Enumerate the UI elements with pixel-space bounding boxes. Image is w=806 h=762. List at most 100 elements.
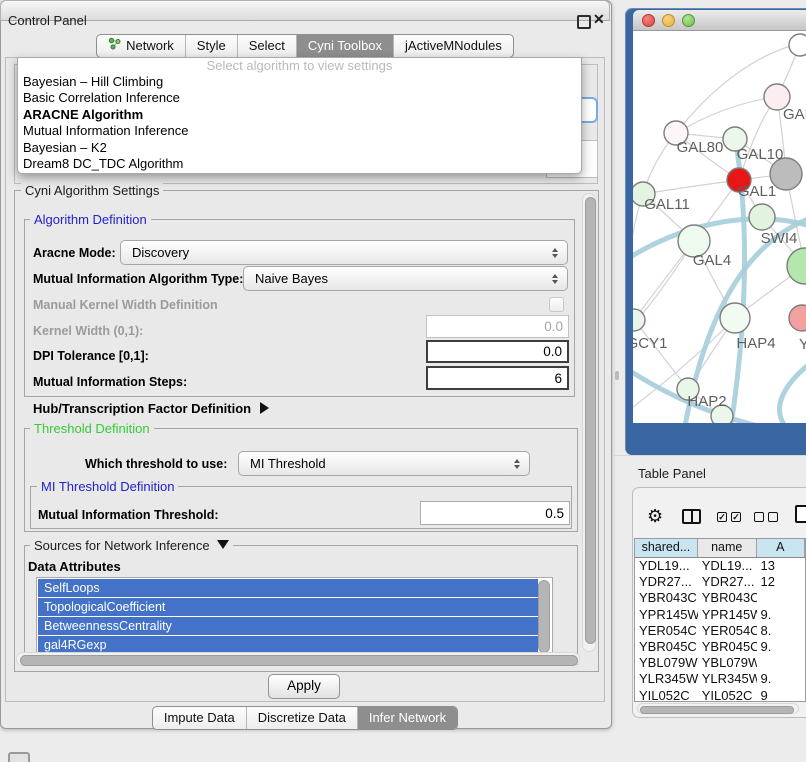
table-row[interactable]: YER054CYER054C8. <box>635 623 805 639</box>
table-cell: YBL079W <box>698 655 757 671</box>
desktop: Control Panel ✕ NetworkStyleSelectCyni T… <box>0 0 806 762</box>
select-all-icon[interactable]: ✓✓ <box>717 512 741 522</box>
mi-steps-field[interactable] <box>426 366 569 390</box>
algorithm-option-basic-correlation-inference[interactable]: Basic Correlation Inference <box>18 90 581 106</box>
algorithm-option-dream8-dc-tdc-algorithm[interactable]: Dream8 DC_TDC Algorithm <box>18 156 581 172</box>
float-window-icon[interactable] <box>577 15 591 29</box>
table-cell <box>757 590 805 606</box>
expand-right-icon <box>260 402 269 414</box>
zoom-traffic-light-icon[interactable] <box>682 14 695 27</box>
group-title: Cyni Algorithm Settings <box>21 183 163 198</box>
combo-spinner-icon <box>514 459 520 469</box>
table-horizontal-scrollbar[interactable] <box>637 703 799 714</box>
attribute-item-topologicalcoefficient[interactable]: TopologicalCoefficient <box>38 598 538 616</box>
column-header-name[interactable]: name <box>698 539 757 557</box>
tab-network[interactable]: Network <box>97 35 185 57</box>
network-edge-highlighted[interactable] <box>780 361 806 423</box>
table-cell: 9. <box>757 671 805 687</box>
splitter-handle[interactable] <box>615 371 619 380</box>
tab-style[interactable]: Style <box>185 35 237 57</box>
algorithm-option-bayesian-hill-climbing[interactable]: Bayesian – Hill Climbing <box>18 74 581 90</box>
control-panel-titlebar[interactable] <box>0 0 610 21</box>
attribute-item-betweennesscentrality[interactable]: BetweennessCentrality <box>38 617 538 635</box>
mi-threshold-field[interactable] <box>420 501 570 525</box>
dpi-tolerance-field[interactable] <box>426 340 569 363</box>
algorithm-option-mutual-information-inference[interactable]: Mutual Information Inference <box>18 123 581 139</box>
network-node-label-hap4: HAP4 <box>736 335 775 352</box>
table-row[interactable]: YPR145WYPR145W9. <box>635 607 805 623</box>
table-cell: YLR345W <box>698 671 757 687</box>
sources-expander[interactable]: Sources for Network Inference <box>30 538 233 553</box>
tab-jactivemnodules[interactable]: jActiveMNodules <box>393 35 513 57</box>
table-row[interactable]: YBL079WYBL079W <box>635 655 805 671</box>
table-cell: YPR145W <box>635 607 698 623</box>
column-header-a[interactable]: A <box>757 539 805 557</box>
docked-panel-icon[interactable] <box>8 752 30 762</box>
network-node[interactable] <box>787 248 806 284</box>
hub-definition-expander[interactable]: Hub/Transcription Factor Definition <box>33 401 269 416</box>
control-panel-tabs: NetworkStyleSelectCyni ToolboxjActiveMNo… <box>0 34 610 58</box>
dpi-tolerance-label: DPI Tolerance [0,1]: <box>33 349 149 363</box>
scrollbar-thumb[interactable] <box>640 706 794 714</box>
table-row[interactable]: YBR045CYBR045C9. <box>635 639 805 655</box>
data-attributes-list: SelfLoopsTopologicalCoefficientBetweenne… <box>36 577 553 654</box>
table-row[interactable]: YBR043CYBR043C <box>635 590 805 606</box>
column-header-shared[interactable]: shared... <box>635 539 698 557</box>
table-cell: YDR27... <box>698 574 757 590</box>
settings-gear-icon[interactable]: ⚙ <box>647 506 663 527</box>
hub-definition-label: Hub/Transcription Factor Definition <box>33 401 251 416</box>
sources-title: Sources for Network Inference <box>34 538 210 553</box>
network-edge[interactable] <box>643 180 739 194</box>
network-node[interactable] <box>789 34 806 56</box>
table-row[interactable]: YIL052CYIL052C9 <box>635 688 805 703</box>
settings-horizontal-scrollbar[interactable] <box>16 652 580 666</box>
network-node[interactable] <box>789 305 806 331</box>
tab-select[interactable]: Select <box>237 35 296 57</box>
algorithm-option-aracne-algorithm[interactable]: ARACNE Algorithm <box>18 107 581 123</box>
document-icon[interactable] <box>795 505 806 523</box>
table-cell: YLR345W <box>635 671 698 687</box>
settings-vertical-scrollbar[interactable] <box>582 193 596 652</box>
group-title: Algorithm Definition <box>30 212 151 227</box>
columns-icon[interactable] <box>682 509 701 524</box>
mi-type-combo[interactable]: Naive Bayes <box>243 266 568 291</box>
scrollbar-thumb[interactable] <box>20 655 578 666</box>
aracne-mode-combo[interactable]: Discovery <box>120 240 568 265</box>
which-threshold-combo[interactable]: MI Threshold <box>238 451 530 476</box>
tab-cyni-toolbox[interactable]: Cyni Toolbox <box>296 35 393 57</box>
network-node-label-swi4: SWI4 <box>761 230 798 247</box>
list-scrollbar-thumb[interactable] <box>538 580 550 653</box>
close-window-icon[interactable]: ✕ <box>593 11 605 28</box>
network-window-titlebar[interactable] <box>633 10 806 31</box>
network-node-label-gcy1: GCY1 <box>633 335 667 352</box>
deselect-all-icon[interactable] <box>754 512 778 522</box>
attribute-item-selfloops[interactable]: SelfLoops <box>38 579 538 597</box>
minimize-traffic-light-icon[interactable] <box>662 14 675 27</box>
collapse-down-icon <box>217 540 229 549</box>
combo-spinner-icon <box>552 248 558 258</box>
tab-infer-network[interactable]: Infer Network <box>357 707 457 729</box>
table-header-row: shared...nameA <box>635 539 805 558</box>
table-row[interactable]: YLR345WYLR345W9. <box>635 671 805 687</box>
network-node[interactable] <box>749 204 775 230</box>
network-node[interactable] <box>720 303 750 333</box>
table-cell: 8. <box>757 623 805 639</box>
network-node-label-gal: GAL <box>783 106 806 123</box>
apply-button[interactable]: Apply <box>268 674 340 699</box>
mi-threshold-label: Mutual Information Threshold: <box>38 508 219 522</box>
algorithm-option-bayesian-k2[interactable]: Bayesian – K2 <box>18 140 581 156</box>
network-node-label-y: Y <box>799 336 806 353</box>
tab-impute-data[interactable]: Impute Data <box>153 707 246 729</box>
table-row[interactable]: YDR27...YDR27...12 <box>635 574 805 590</box>
close-traffic-light-icon[interactable] <box>642 14 655 27</box>
scrollbar-thumb[interactable] <box>585 197 596 644</box>
aracne-mode-value: Discovery <box>121 245 552 260</box>
which-threshold-value: MI Threshold <box>239 456 514 471</box>
tab-discretize-data[interactable]: Discretize Data <box>246 707 357 729</box>
tab-label: Infer Network <box>369 707 446 729</box>
network-icon <box>108 35 121 57</box>
network-canvas[interactable]: GAL80GAL10GAL1GAL11GALGAL4SWI4GCY1HAP4YH… <box>633 31 806 423</box>
network-node-label-gal10: GAL10 <box>737 146 784 163</box>
kernel-width-label: Kernel Width (0,1): <box>33 324 143 338</box>
table-row[interactable]: YDL19...YDL19...13 <box>635 558 805 574</box>
